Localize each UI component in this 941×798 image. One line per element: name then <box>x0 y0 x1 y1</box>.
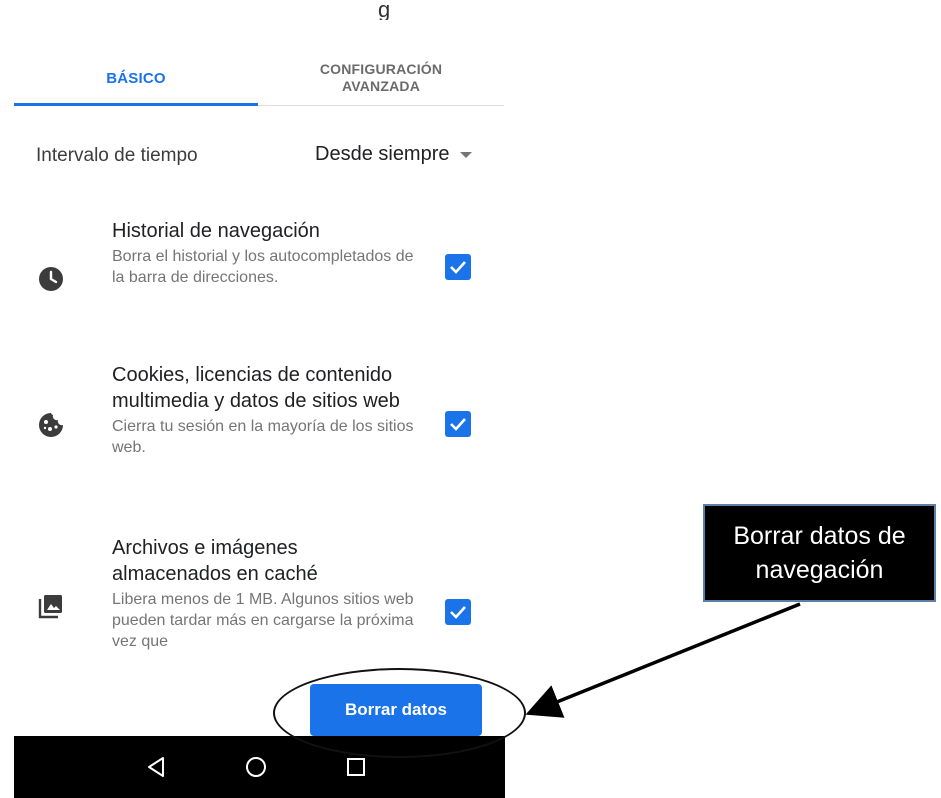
annotation-arrow <box>525 602 801 718</box>
